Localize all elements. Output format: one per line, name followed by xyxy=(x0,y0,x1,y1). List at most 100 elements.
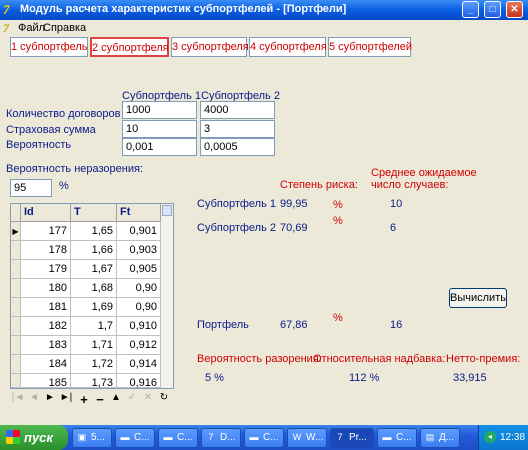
taskbar-item[interactable]: ▤ Д... xyxy=(420,428,460,448)
table-cell[interactable]: 1,7 xyxy=(71,317,117,336)
post-icon[interactable]: ✓ xyxy=(124,392,140,408)
result-label-subportfolio-2: Субпортфель 2 xyxy=(197,222,276,234)
net-premium-label: Нетто-премия: xyxy=(446,353,521,365)
probability-input-2[interactable]: 0,0005 xyxy=(200,138,275,156)
grid-header-ft[interactable]: Ft xyxy=(117,204,161,222)
table-cell[interactable]: 185 xyxy=(21,374,71,389)
portfolio-expected-value: 16 xyxy=(390,319,403,331)
document-icon[interactable]: 7 xyxy=(3,21,17,35)
table-cell[interactable]: 1,68 xyxy=(71,279,117,298)
table-cell[interactable]: 178 xyxy=(21,241,71,260)
tab-4-subportfolios[interactable]: 4 субпортфеля xyxy=(249,37,327,57)
row-indicator xyxy=(11,317,21,336)
table-cell[interactable]: 180 xyxy=(21,279,71,298)
tab-3-subportfolios[interactable]: 3 субпортфеля xyxy=(171,37,249,57)
taskbar-item[interactable]: ▬ C... xyxy=(115,428,155,448)
refresh-icon[interactable]: ↻ xyxy=(156,392,172,408)
taskbar-item[interactable]: W W... xyxy=(287,428,327,448)
taskbar-item[interactable]: ▣ 5... xyxy=(72,428,112,448)
net-premium-value: 33,915 xyxy=(453,372,487,384)
table-cell[interactable]: 1,67 xyxy=(71,260,117,279)
app-icon[interactable]: 7 xyxy=(3,2,19,17)
risk-unit-2: % xyxy=(333,215,343,227)
taskbar-item-label: C... xyxy=(263,432,279,443)
last-icon[interactable]: ►| xyxy=(58,392,74,408)
table-cell[interactable]: 1,73 xyxy=(71,374,117,389)
scroll-thumb[interactable] xyxy=(162,205,172,216)
table-cell[interactable]: 182 xyxy=(21,317,71,336)
delete-icon[interactable]: − xyxy=(92,392,108,408)
menu-file[interactable]: Файл xyxy=(18,22,45,34)
minimize-button[interactable]: _ xyxy=(462,1,479,18)
table-cell[interactable]: 0,914 xyxy=(117,355,161,374)
sum-insured-input-2[interactable]: 3 xyxy=(200,120,275,138)
tab-5-subportfolios[interactable]: 5 субпортфелей xyxy=(328,37,412,57)
table-cell[interactable]: 177 xyxy=(21,222,71,241)
grid-header-t[interactable]: T xyxy=(71,204,117,222)
table-cell[interactable]: 183 xyxy=(21,336,71,355)
start-label: пуск xyxy=(24,430,53,445)
edit-icon[interactable]: ▲ xyxy=(108,392,124,408)
table-cell[interactable]: 181 xyxy=(21,298,71,317)
tab-1-subportfolio[interactable]: 1 субпортфель xyxy=(10,37,88,57)
taskbar-item[interactable]: ▬ C... xyxy=(158,428,198,448)
clock[interactable]: 12:38 xyxy=(500,425,525,450)
expected-header-line2: число случаев: xyxy=(371,179,449,191)
row-indicator xyxy=(11,279,21,298)
table-cell[interactable]: 1,65 xyxy=(71,222,117,241)
table-cell[interactable]: 0,912 xyxy=(117,336,161,355)
risk-unit-1: % xyxy=(333,199,343,211)
contracts-input-1[interactable]: 1000 xyxy=(122,101,197,119)
taskbar-item-label: 5... xyxy=(91,432,105,443)
table-cell[interactable]: 1,69 xyxy=(71,298,117,317)
table-cell[interactable]: 0,903 xyxy=(117,241,161,260)
relative-loading-value: 112 % xyxy=(349,372,380,384)
taskbar-item-active[interactable]: 7 Pr... xyxy=(330,428,374,448)
folder-icon: ▬ xyxy=(249,432,259,442)
calculate-button[interactable]: Вычислить xyxy=(449,288,507,308)
title-bar[interactable]: 7 Модуль расчета характеристик субпортфе… xyxy=(0,0,528,20)
table-cell[interactable]: 1,72 xyxy=(71,355,117,374)
table-cell[interactable]: 0,901 xyxy=(117,222,161,241)
table-cell[interactable]: 0,910 xyxy=(117,317,161,336)
sum-insured-input-1[interactable]: 10 xyxy=(122,120,197,138)
table-cell[interactable]: 0,916 xyxy=(117,374,161,389)
probability-input-1[interactable]: 0,001 xyxy=(122,138,197,156)
next-icon[interactable]: ► xyxy=(42,392,58,408)
result-label-portfolio: Портфель xyxy=(197,319,249,331)
first-icon[interactable]: |◄ xyxy=(10,392,26,408)
current-row-icon: ▶ xyxy=(12,227,19,236)
insert-icon[interactable]: + xyxy=(76,392,92,408)
taskbar-item-label: C... xyxy=(396,432,412,443)
taskbar-item[interactable]: 7 D... xyxy=(201,428,241,448)
table-cell[interactable]: 1,66 xyxy=(71,241,117,260)
menu-help[interactable]: Справка xyxy=(43,22,86,34)
table-cell[interactable]: 184 xyxy=(21,355,71,374)
contracts-input-2[interactable]: 4000 xyxy=(200,101,275,119)
network-icon[interactable]: ◂ xyxy=(484,431,496,443)
expected-value-1: 10 xyxy=(390,198,403,210)
grid-scrollbar[interactable] xyxy=(161,204,173,388)
table-cell[interactable]: 1,71 xyxy=(71,336,117,355)
document-icon: ▤ xyxy=(425,432,435,442)
table-cell[interactable]: 0,90 xyxy=(117,279,161,298)
tab-2-subportfolios[interactable]: 2 субпортфеля xyxy=(90,37,169,57)
row-indicator xyxy=(11,374,21,388)
grid-header-id[interactable]: Id xyxy=(21,204,71,222)
taskbar: пуск ▣ 5... ▬ C... ▬ C... 7 D... ▬ C... W W...… xyxy=(0,425,528,450)
table-cell[interactable]: 179 xyxy=(21,260,71,279)
cancel-icon[interactable]: ✕ xyxy=(140,392,156,408)
data-grid[interactable]: Id T Ft ▶ 177 1,65 0,901 178 1,66 0,903 … xyxy=(10,203,174,389)
prior-icon[interactable]: ◄ xyxy=(26,392,42,408)
start-button[interactable]: пуск xyxy=(0,425,68,450)
taskbar-item[interactable]: ▬ C... xyxy=(244,428,284,448)
main-panel: 1 субпортфель 2 субпортфеля 3 субпортфел… xyxy=(0,37,528,425)
grid-indicator-header xyxy=(11,204,21,222)
taskbar-item[interactable]: ▬ C... xyxy=(377,428,417,448)
survival-probability-input[interactable]: 95 xyxy=(10,179,52,197)
table-cell[interactable]: 0,905 xyxy=(117,260,161,279)
delphi-icon: 7 xyxy=(337,432,343,442)
maximize-button[interactable]: □ xyxy=(484,1,501,18)
close-button[interactable]: ✕ xyxy=(506,1,523,18)
table-cell[interactable]: 0,90 xyxy=(117,298,161,317)
